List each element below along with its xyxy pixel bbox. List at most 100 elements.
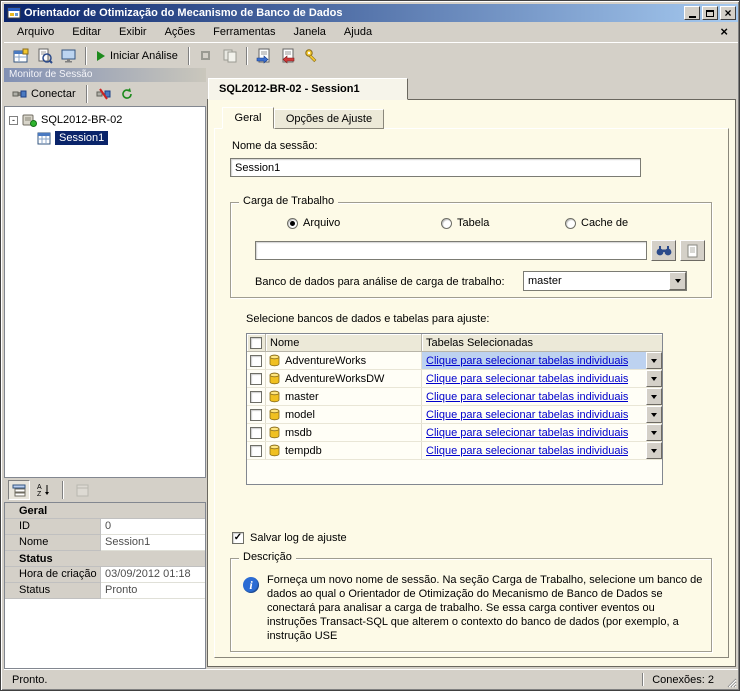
status-message: Pronto. [12,674,642,686]
tuning-options-button[interactable] [300,45,324,67]
export-results-button[interactable] [276,45,300,67]
import-options-button[interactable] [252,45,276,67]
property-row[interactable]: Status Pronto [5,583,205,599]
session-name-input[interactable] [230,158,641,177]
row-checkbox[interactable] [250,373,262,385]
browse-file-button[interactable] [651,240,676,261]
session-monitor-panel: Monitor de Sessão Conectar - SQL2012-BR-… [4,68,206,669]
start-analysis-icon [97,51,105,61]
select-all-checkbox[interactable] [250,337,262,349]
property-toolbar: AZ [4,478,206,502]
select-tables-cell: Clique para selecionar tabelas individua… [422,424,662,441]
menu-acoes[interactable]: Ações [156,24,205,40]
close-icon: × [724,8,731,18]
menu-editar[interactable]: Editar [63,24,110,40]
toolbar-separator [62,481,64,499]
alphabetical-sort-button[interactable]: AZ [33,480,55,500]
menu-ferramentas[interactable]: Ferramentas [204,24,284,40]
combobox-dropdown-button[interactable] [669,272,686,290]
row-dropdown-button[interactable] [646,406,662,423]
row-checkbox[interactable] [250,409,262,421]
row-dropdown-button[interactable] [646,352,662,369]
table-row[interactable]: AdventureWorks Clique para selecionar ta… [247,352,662,370]
row-dropdown-button[interactable] [646,370,662,387]
sort-az-icon: AZ [37,483,52,497]
row-dropdown-button[interactable] [646,442,662,459]
export-results-icon [280,48,296,64]
view-file-button[interactable] [680,240,705,261]
select-tables-link[interactable]: Clique para selecionar tabelas individua… [426,355,628,367]
table-row[interactable]: msdb Clique para selecionar tabelas indi… [247,424,662,442]
select-tables-link[interactable]: Clique para selecionar tabelas individua… [426,409,628,421]
menu-exibir[interactable]: Exibir [110,24,156,40]
row-dropdown-button[interactable] [646,424,662,441]
categorized-view-button[interactable] [8,480,30,500]
table-row[interactable]: master Clique para selecionar tabelas in… [247,388,662,406]
table-row[interactable]: AdventureWorksDW Clique para selecionar … [247,370,662,388]
property-category[interactable]: Status [5,551,205,567]
table-row[interactable]: tempdb Clique para selecionar tabelas in… [247,442,662,460]
row-checkbox-cell [247,370,266,387]
property-pages-button[interactable] [71,480,93,500]
session-document-tab[interactable]: SQL2012-BR-02 - Session1 [208,78,408,100]
start-analysis-button[interactable]: Iniciar Análise [91,45,184,67]
open-workload-button[interactable] [33,45,57,67]
property-row[interactable]: ID 0 [5,519,205,535]
radio-cache[interactable]: Cache de [565,217,628,229]
clone-session-button[interactable] [218,45,242,67]
tree-item-session[interactable]: Session1 [5,129,205,147]
workload-file-input[interactable] [255,241,647,260]
select-tables-link[interactable]: Clique para selecionar tabelas individua… [426,445,628,457]
row-checkbox-cell [247,424,266,441]
select-tables-link[interactable]: Clique para selecionar tabelas individua… [426,391,628,403]
svg-text:Z: Z [37,491,42,497]
property-row[interactable]: Nome Session1 [5,535,205,551]
connect-button[interactable]: Conectar [7,85,81,103]
row-checkbox[interactable] [250,427,262,439]
select-tables-link[interactable]: Clique para selecionar tabelas individua… [426,427,628,439]
save-log-checkbox-row[interactable]: ✓ Salvar log de ajuste [232,532,347,544]
header-checkbox-cell[interactable] [247,334,266,352]
tab-geral[interactable]: Geral [222,107,274,129]
resize-grip[interactable] [724,675,737,688]
property-row[interactable]: Hora de criação 03/09/2012 01:18 [5,567,205,583]
databases-table: Nome Tabelas Selecionadas AdventureWorks… [246,333,663,485]
menu-arquivo[interactable]: Arquivo [8,24,63,40]
monitor-icon [61,48,77,64]
property-category[interactable]: Geral [5,503,205,519]
new-session-button[interactable] [9,45,33,67]
start-analysis-label: Iniciar Análise [110,50,178,62]
refresh-button[interactable] [116,84,138,104]
monitor-button[interactable] [57,45,81,67]
minimize-button[interactable] [684,6,700,20]
row-dropdown-button[interactable] [646,388,662,405]
menu-ajuda[interactable]: Ajuda [335,24,381,40]
row-checkbox[interactable] [250,355,262,367]
toolbar-separator [188,47,190,65]
select-tables-link[interactable]: Clique para selecionar tabelas individua… [426,373,628,385]
database-combobox[interactable]: master [523,271,687,291]
row-checkbox[interactable] [250,391,262,403]
row-checkbox[interactable] [250,445,262,457]
disconnect-button[interactable] [93,84,115,104]
collapse-icon[interactable]: - [9,116,18,125]
property-pages-icon [76,484,89,497]
radio-arquivo[interactable]: Arquivo [287,217,340,229]
database-icon [268,354,281,367]
table-row[interactable]: model Clique para selecionar tabelas ind… [247,406,662,424]
column-tabelas-selecionadas[interactable]: Tabelas Selecionadas [422,334,662,352]
stop-analysis-button[interactable] [194,45,218,67]
check-icon: ✓ [234,533,242,543]
tab-opcoes-de-ajuste[interactable]: Opções de Ajuste [274,109,384,129]
server-icon [22,113,37,127]
maximize-button[interactable] [702,6,718,20]
radio-tabela[interactable]: Tabela [441,217,489,229]
tree-item-server[interactable]: - SQL2012-BR-02 [5,111,205,129]
categorized-icon [12,484,26,497]
column-nome[interactable]: Nome [266,334,422,352]
close-button[interactable]: × [720,6,736,20]
document-close-icon[interactable]: × [720,24,728,39]
clone-session-icon [222,48,238,64]
save-log-checkbox[interactable]: ✓ [232,532,244,544]
menu-janela[interactable]: Janela [285,24,335,40]
